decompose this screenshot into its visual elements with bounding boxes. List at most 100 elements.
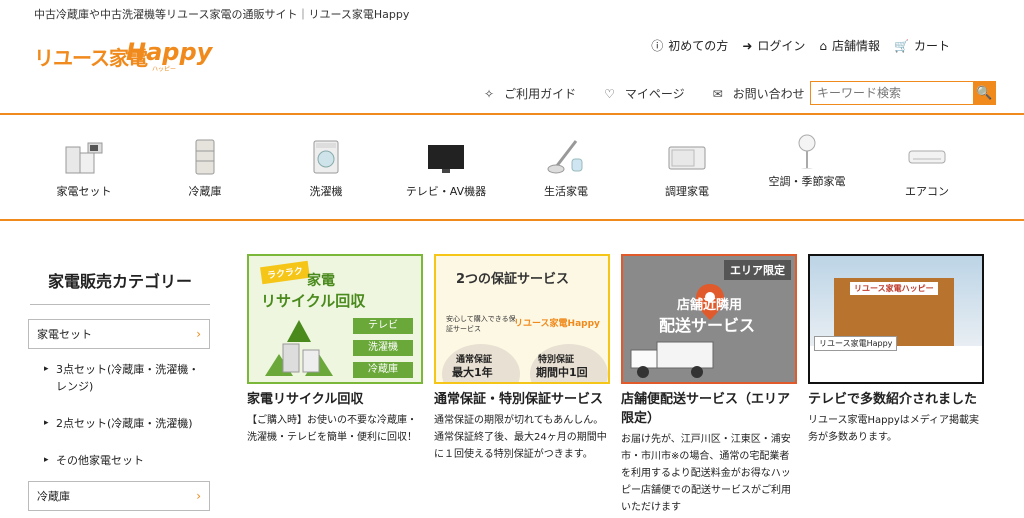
- search-input[interactable]: [810, 81, 973, 105]
- search-icon: 🔍: [976, 85, 993, 100]
- category-home-appliance[interactable]: 生活家電: [506, 115, 626, 199]
- card-description: お届け先が、江戸川区・江東区・浦安市・市川市※の場合、通常の宅配業者を利用するよ…: [621, 434, 791, 513]
- top-nav: ⓘ 初めての方 ➜ ログイン ⌂ 店舗情報 🛒 カート: [651, 37, 950, 54]
- store-icon: ⌂: [819, 38, 828, 53]
- sidebar-item-refrigerator[interactable]: 冷蔵庫 ›: [28, 481, 210, 511]
- site-tagline: 中古冷蔵庫や中古洗濯機等リユース家電の通販サイト｜リユース家電Happy: [34, 8, 410, 21]
- sidebar-title: 家電販売カテゴリー: [30, 268, 210, 305]
- banner-line1: 2つの保証サービス: [456, 272, 570, 287]
- category-sidebar: 家電販売カテゴリー 家電セット › 3点セット(冷蔵庫・洗濯機・レンジ) 2点セ…: [28, 268, 210, 511]
- card-tv-media[interactable]: リユース家電ハッピー リユース家電Happy テレビで多数紹介されました リユー…: [808, 254, 984, 446]
- nav-label: カート: [913, 39, 950, 53]
- category-label: 空調・季節家電: [768, 175, 846, 188]
- card-title: テレビで多数紹介されました: [808, 392, 978, 407]
- tv-media-image: リユース家電ハッピー リユース家電Happy: [808, 254, 984, 384]
- banner-line1: 店舗近隣用: [677, 298, 743, 313]
- recycle-icon: [265, 320, 333, 376]
- banner-tag-fridge: 冷蔵庫: [353, 362, 413, 378]
- recycle-banner-image: ラクラク 家電 リサイクル回収 テレビ 洗濯機 冷蔵庫: [247, 254, 423, 384]
- banner-tag-tv: テレビ: [353, 318, 413, 334]
- refrigerator-icon: [195, 139, 215, 175]
- login-icon: ➜: [742, 38, 753, 53]
- nav-label: ご利用ガイド: [504, 87, 577, 101]
- category-cooking[interactable]: 調理家電: [627, 115, 747, 199]
- card-title: 通常保証・特別保証サービス: [434, 392, 604, 407]
- category-label: 家電セット: [56, 185, 112, 198]
- banner-right-value: 期間中1回: [536, 366, 588, 379]
- logo-happy: Happy: [126, 38, 213, 66]
- category-label: 冷蔵庫: [188, 185, 222, 198]
- banner-logo: リユース家電Happy: [514, 319, 600, 329]
- card-description: リユース家電Happyはメディア掲載実务が多数あります。: [808, 415, 980, 443]
- category-label: テレビ・AV機器: [405, 185, 487, 198]
- logo-sub: ハッピー: [152, 66, 177, 73]
- category-appliance-set[interactable]: 家電セット: [24, 115, 144, 199]
- guide-icon: ✧: [484, 86, 495, 101]
- site-logo[interactable]: リユース家電 Happy ハッピー: [34, 38, 212, 73]
- nav-guide[interactable]: ✧ ご利用ガイド: [484, 85, 576, 102]
- card-description: 通常保証の期限が切れてもあんしん。通常保証終了後、最大24ヶ月の期間中に１回使え…: [434, 415, 607, 460]
- nav-store-info[interactable]: ⌂ 店舗情報: [819, 37, 880, 54]
- sub-nav: ✧ ご利用ガイド ♡ マイページ ✉ お問い合わせ: [484, 85, 805, 102]
- microwave-icon: [668, 146, 706, 170]
- search-box: 🔍: [810, 81, 996, 105]
- sidebar-subitem-other-set[interactable]: その他家電セット: [28, 452, 210, 469]
- sidebar-subitem-3set[interactable]: 3点セット(冷蔵庫・洗濯機・レンジ): [28, 361, 210, 395]
- category-bar: 家電セット 冷蔵庫 洗濯機 テレビ・AV機器 生活家電 調理家電 空調・季節家電…: [0, 113, 1024, 221]
- category-air-conditioner[interactable]: エアコン: [867, 115, 987, 199]
- nav-label: マイページ: [624, 87, 685, 101]
- heart-icon: ♡: [604, 86, 615, 101]
- banner-line2: リサイクル回収: [261, 292, 366, 310]
- air-conditioner-icon: [908, 150, 946, 164]
- chevron-right-icon: ›: [196, 327, 201, 341]
- nav-label: 店舗情報: [832, 39, 881, 53]
- banner-line2: 安心して購入できる保証サービス: [446, 315, 516, 333]
- vacuum-icon: [547, 140, 583, 174]
- banner-left-value: 最大1年: [452, 366, 493, 379]
- media-caption: リユース家電Happy: [814, 336, 898, 351]
- store-sign: リユース家電ハッピー: [850, 282, 938, 295]
- category-seasonal[interactable]: 空調・季節家電: [747, 115, 867, 189]
- card-store-delivery[interactable]: エリア限定 店舗近隣用 配送サービス 店舗便配送サービス（エリア限定） お届け先…: [621, 254, 797, 516]
- appliance-set-icon: [65, 142, 103, 174]
- category-label: 生活家電: [544, 185, 588, 198]
- washing-machine-icon: [313, 140, 339, 174]
- nav-label: お問い合わせ: [732, 87, 805, 101]
- sidebar-item-label: 冷蔵庫: [37, 490, 70, 503]
- fan-icon: [798, 134, 816, 169]
- banner-line1: 家電: [307, 273, 335, 289]
- card-title: 家電リサイクル回収: [247, 392, 364, 407]
- nav-label: 初めての方: [668, 39, 729, 53]
- delivery-banner-image: エリア限定 店舗近隣用 配送サービス: [621, 254, 797, 384]
- category-label: 調理家電: [665, 185, 709, 198]
- tv-icon: [428, 145, 464, 173]
- sidebar-subitem-2set[interactable]: 2点セット(冷蔵庫・洗濯機): [28, 415, 210, 432]
- nav-contact[interactable]: ✉ お問い合わせ: [713, 85, 805, 102]
- mail-icon: ✉: [712, 86, 723, 101]
- category-washing-machine[interactable]: 洗濯機: [266, 115, 386, 199]
- card-recycle[interactable]: ラクラク 家電 リサイクル回収 テレビ 洗濯機 冷蔵庫 家電リサイクル回収 【ご…: [247, 254, 423, 446]
- banner-line2: 配送サービス: [659, 316, 756, 335]
- search-button[interactable]: 🔍: [973, 81, 996, 105]
- sidebar-item-label: 家電セット: [37, 328, 92, 341]
- category-label: 洗濯機: [309, 185, 343, 198]
- sidebar-item-appliance-set[interactable]: 家電セット ›: [28, 319, 210, 349]
- category-label: エアコン: [905, 185, 949, 198]
- category-refrigerator[interactable]: 冷蔵庫: [145, 115, 265, 199]
- nav-label: ログイン: [757, 39, 806, 53]
- category-tv[interactable]: テレビ・AV機器: [386, 115, 506, 199]
- nav-first-time[interactable]: ⓘ 初めての方: [651, 37, 728, 54]
- nav-mypage[interactable]: ♡ マイページ: [604, 85, 685, 102]
- card-warranty[interactable]: 2つの保証サービス 安心して購入できる保証サービス リユース家電Happy 通常…: [434, 254, 610, 463]
- nav-cart[interactable]: 🛒 カート: [894, 37, 950, 54]
- card-description: 【ご購入時】お使いの不要な冷蔵庫・洗濯機・テレビを簡単・便利に回収！: [247, 415, 417, 443]
- banner-tag-washer: 洗濯機: [353, 340, 413, 356]
- card-title: 店舗便配送サービス（エリア限定）: [621, 392, 791, 426]
- truck-icon: [630, 341, 714, 378]
- chevron-right-icon: ›: [196, 489, 201, 503]
- nav-login[interactable]: ➜ ログイン: [742, 37, 805, 54]
- info-icon: ⓘ: [651, 39, 664, 53]
- badge-easy: ラクラク: [260, 260, 310, 285]
- badge-area-limited: エリア限定: [724, 260, 791, 280]
- cart-icon: 🛒: [894, 38, 909, 53]
